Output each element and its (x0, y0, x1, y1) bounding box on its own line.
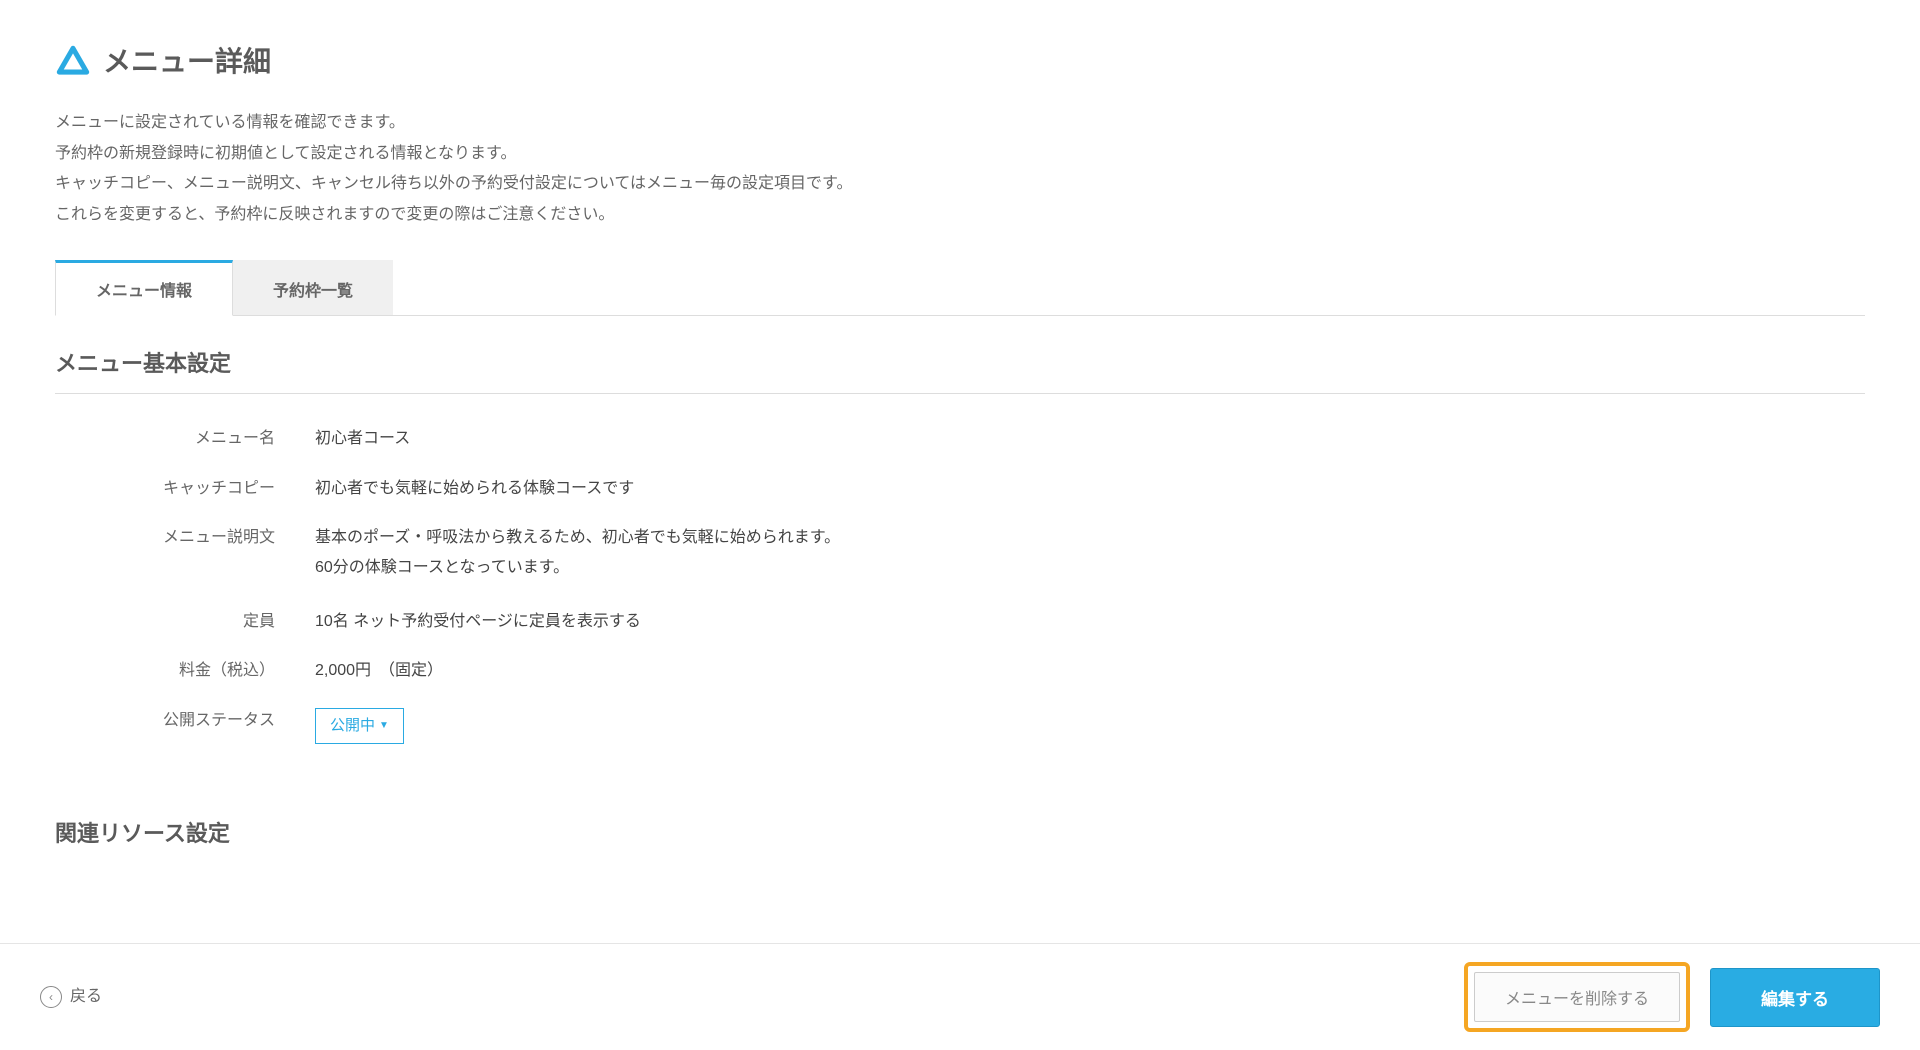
field-row-catch-copy: キャッチコピー 初心者でも気軽に始められる体験コースです (55, 464, 1865, 514)
page-header: メニュー詳細 (55, 40, 1865, 85)
field-row-price: 料金（税込） 2,000円 （固定） (55, 646, 1865, 696)
field-value: 初心者コース (315, 426, 1865, 452)
tab-menu-info[interactable]: メニュー情報 (55, 260, 233, 316)
field-label: 公開ステータス (55, 708, 315, 734)
delete-menu-button[interactable]: メニューを削除する (1474, 972, 1680, 1022)
delete-highlight: メニューを削除する (1464, 962, 1690, 1032)
desc-text-line: 60分の体験コースとなっています。 (315, 555, 1865, 581)
back-link[interactable]: ‹ 戻る (40, 984, 102, 1010)
status-value: 公開中 (330, 714, 375, 738)
section-title-basic: メニュー基本設定 (55, 346, 1865, 394)
status-dropdown[interactable]: 公開中 ▼ (315, 708, 404, 744)
desc-line: キャッチコピー、メニュー説明文、キャンセル待ち以外の予約受付設定についてはメニュ… (55, 170, 1865, 199)
desc-line: メニューに設定されている情報を確認できます。 (55, 109, 1865, 138)
footer-bar: ‹ 戻る メニューを削除する 編集する (0, 943, 1920, 1050)
field-value: 公開中 ▼ (315, 708, 1865, 744)
tab-bar: メニュー情報 予約枠一覧 (55, 260, 1865, 316)
field-row-menu-name: メニュー名 初心者コース (55, 414, 1865, 464)
chevron-down-icon: ▼ (379, 718, 389, 734)
field-row-status: 公開ステータス 公開中 ▼ (55, 696, 1865, 756)
desc-text-line: 基本のポーズ・呼吸法から教えるため、初心者でも気軽に始められます。 (315, 525, 1865, 551)
edit-button[interactable]: 編集する (1710, 968, 1880, 1027)
field-value: 初心者でも気軽に始められる体験コースです (315, 476, 1865, 502)
desc-line: これらを変更すると、予約枠に反映されますので変更の際はご注意ください。 (55, 201, 1865, 230)
back-arrow-icon: ‹ (40, 986, 62, 1008)
field-value: 2,000円 （固定） (315, 658, 1865, 684)
tab-slot-list[interactable]: 予約枠一覧 (233, 260, 393, 315)
back-label: 戻る (70, 984, 102, 1010)
footer-actions: メニューを削除する 編集する (1464, 962, 1880, 1032)
field-label: メニュー説明文 (55, 525, 315, 551)
field-row-capacity: 定員 10名 ネット予約受付ページに定員を表示する (55, 597, 1865, 647)
page-description: メニューに設定されている情報を確認できます。 予約枠の新規登録時に初期値として設… (55, 109, 1865, 230)
field-label: キャッチコピー (55, 476, 315, 502)
field-value: 基本のポーズ・呼吸法から教えるため、初心者でも気軽に始められます。 60分の体験… (315, 525, 1865, 584)
field-value: 10名 ネット予約受付ページに定員を表示する (315, 609, 1865, 635)
field-label: 料金（税込） (55, 658, 315, 684)
triangle-logo-icon (55, 44, 91, 80)
field-label: 定員 (55, 609, 315, 635)
page-title: メニュー詳細 (103, 40, 271, 85)
field-row-menu-desc: メニュー説明文 基本のポーズ・呼吸法から教えるため、初心者でも気軽に始められます… (55, 513, 1865, 596)
section-title-resource: 関連リソース設定 (55, 816, 1865, 863)
field-label: メニュー名 (55, 426, 315, 452)
desc-line: 予約枠の新規登録時に初期値として設定される情報となります。 (55, 140, 1865, 169)
